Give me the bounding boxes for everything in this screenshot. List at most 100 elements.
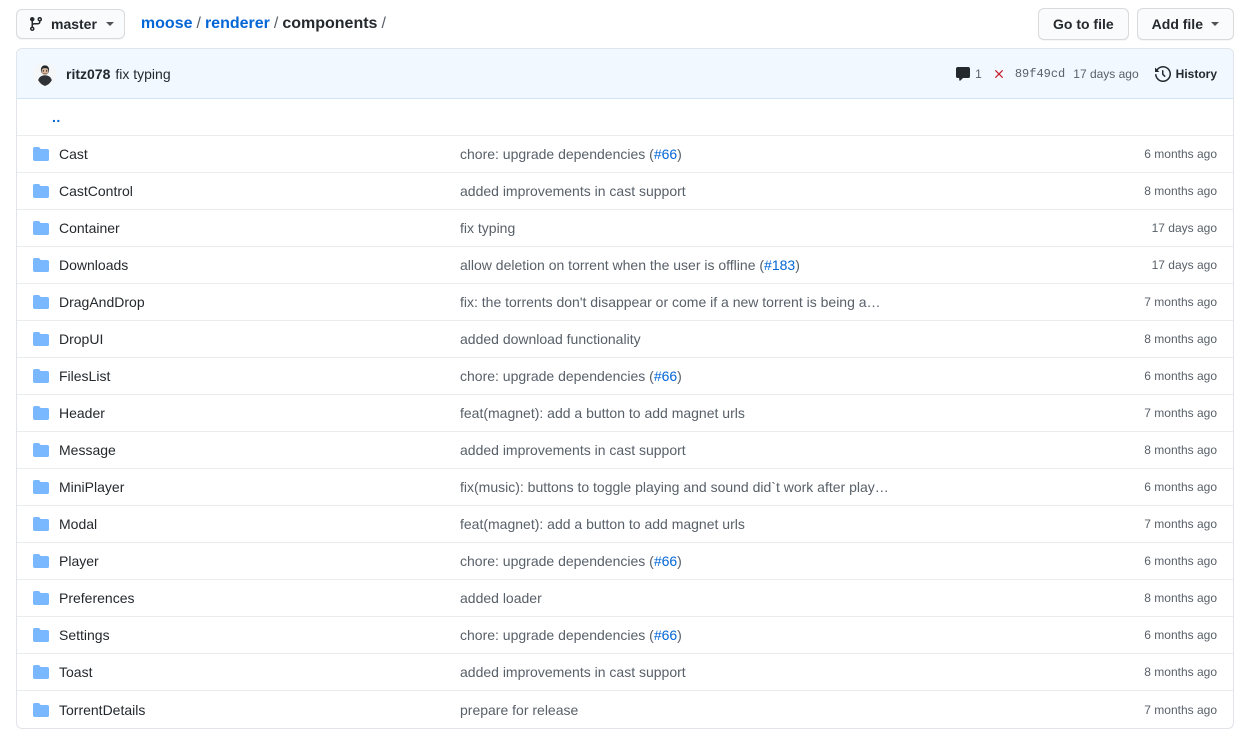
breadcrumb-current-components: components [282,14,377,34]
file-name-link[interactable]: Preferences [59,590,134,606]
history-link[interactable]: History [1155,65,1217,83]
commit-message-cell: added improvements in cast support [460,181,1144,201]
branch-selector-button[interactable]: master [16,9,125,39]
ci-status-failed-icon[interactable] [992,67,1006,81]
commit-message-text[interactable]: chore: upgrade dependencies ( [460,553,654,569]
file-name-link[interactable]: DragAndDrop [59,294,145,310]
table-row[interactable]: Container fix typing 17 days ago [17,210,1233,247]
commit-message-text[interactable]: added loader [460,590,542,606]
file-name-cell: TorrentDetails [59,700,460,720]
issue-link[interactable]: #66 [654,146,677,162]
commit-age-cell: 8 months ago [1144,181,1217,201]
latest-commit-message-link[interactable]: fix typing [115,64,170,84]
folder-icon [33,442,59,458]
commit-message-text[interactable]: chore: upgrade dependencies ( [460,627,654,643]
file-name-link[interactable]: Toast [59,664,92,680]
commit-message-text[interactable]: chore: upgrade dependencies ( [460,368,654,384]
file-name-link[interactable]: Header [59,405,105,421]
breadcrumb-separator-3: / [381,14,385,34]
table-row[interactable]: Modal feat(magnet): add a button to add … [17,506,1233,543]
go-to-file-button[interactable]: Go to file [1038,8,1129,40]
go-to-file-label: Go to file [1053,14,1114,34]
commit-message-tail: ) [795,257,800,273]
table-row[interactable]: Cast chore: upgrade dependencies (#66) 6… [17,136,1233,173]
add-file-button[interactable]: Add file [1137,8,1234,40]
file-name-link[interactable]: FilesList [59,368,110,384]
file-listing-box: ritz078 fix typing 1 89f49cd [16,48,1234,729]
commit-message-text[interactable]: fix typing [460,220,515,236]
folder-icon [33,294,59,310]
file-name-link[interactable]: Modal [59,516,97,532]
commit-age-cell: 7 months ago [1144,514,1217,534]
table-row[interactable]: Header feat(magnet): add a button to add… [17,395,1233,432]
table-row[interactable]: DragAndDrop fix: the torrents don't disa… [17,284,1233,321]
file-name-link[interactable]: MiniPlayer [59,479,124,495]
file-name-link[interactable]: CastControl [59,183,133,199]
breadcrumb: moose / renderer / components / [141,14,390,34]
file-name-link[interactable]: Downloads [59,257,128,273]
table-row[interactable]: DropUI added download functionality 8 mo… [17,321,1233,358]
folder-icon [33,627,59,643]
commit-meta: 1 89f49cd 17 days ago [955,65,1217,83]
folder-icon [33,664,59,680]
table-row[interactable]: Player chore: upgrade dependencies (#66)… [17,543,1233,580]
file-name-link[interactable]: Cast [59,146,88,162]
folder-icon [33,146,59,162]
issue-link[interactable]: #66 [654,368,677,384]
commit-message-cell: chore: upgrade dependencies (#66) [460,144,1144,164]
table-row[interactable]: TorrentDetails prepare for release 7 mon… [17,691,1233,728]
table-row[interactable]: Downloads allow deletion on torrent when… [17,247,1233,284]
commit-author-link[interactable]: ritz078 [66,64,110,84]
file-name-link[interactable]: Container [59,220,120,236]
parent-directory-link[interactable]: .. [33,107,61,127]
file-name-cell: DropUI [59,329,460,349]
git-branch-icon [28,16,44,32]
file-name-link[interactable]: Message [59,442,116,458]
folder-icon [33,516,59,532]
table-row[interactable]: Message added improvements in cast suppo… [17,432,1233,469]
commit-message-cell: added improvements in cast support [460,440,1144,460]
table-row[interactable]: Preferences added loader 8 months ago [17,580,1233,617]
commit-message-text[interactable]: feat(magnet): add a button to add magnet… [460,516,745,532]
commit-message-text[interactable]: chore: upgrade dependencies ( [460,146,654,162]
commit-message-text[interactable]: fix: the torrents don't disappear or com… [460,294,881,310]
commit-message-text[interactable]: feat(magnet): add a button to add magnet… [460,405,745,421]
breadcrumb-renderer-link[interactable]: renderer [205,14,270,34]
table-row[interactable]: CastControl added improvements in cast s… [17,173,1233,210]
file-name-link[interactable]: Player [59,553,99,569]
commit-message-cell: fix: the torrents don't disappear or com… [460,292,1144,312]
commit-message-text[interactable]: added improvements in cast support [460,664,686,680]
issue-link[interactable]: #66 [654,627,677,643]
issue-link[interactable]: #66 [654,553,677,569]
commit-message-text[interactable]: fix(music): buttons to toggle playing an… [460,479,889,495]
commit-message-text[interactable]: allow deletion on torrent when the user … [460,257,764,273]
table-row[interactable]: Settings chore: upgrade dependencies (#6… [17,617,1233,654]
commit-message-text[interactable]: prepare for release [460,702,578,718]
file-name-cell: Cast [59,144,460,164]
commit-message-cell: feat(magnet): add a button to add magnet… [460,514,1144,534]
commit-message-text[interactable]: added download functionality [460,331,641,347]
breadcrumb-repo-link[interactable]: moose [141,14,193,34]
table-row[interactable]: FilesList chore: upgrade dependencies (#… [17,358,1233,395]
commit-sha-link[interactable]: 89f49cd [1015,65,1065,83]
latest-commit-header: ritz078 fix typing 1 89f49cd [17,49,1233,99]
commit-message-cell: fix(music): buttons to toggle playing an… [460,477,1144,497]
commit-age-cell: 17 days ago [1152,218,1217,238]
file-name-cell: Message [59,440,460,460]
issue-link[interactable]: #183 [764,257,795,273]
file-name-link[interactable]: Settings [59,627,110,643]
commit-age-cell: 8 months ago [1144,440,1217,460]
commit-comment-count[interactable]: 1 [955,65,982,83]
file-name-link[interactable]: DropUI [59,331,103,347]
commit-age-cell: 7 months ago [1144,403,1217,423]
commit-message-text[interactable]: added improvements in cast support [460,442,686,458]
table-row[interactable]: Toast added improvements in cast support… [17,654,1233,691]
table-row[interactable]: MiniPlayer fix(music): buttons to toggle… [17,469,1233,506]
file-name-link[interactable]: TorrentDetails [59,702,145,718]
parent-directory-row[interactable]: .. [17,99,1233,136]
folder-icon [33,368,59,384]
commit-message-text[interactable]: added improvements in cast support [460,183,686,199]
folder-icon [33,702,59,718]
history-clock-icon [1155,66,1171,82]
commit-message-tail: ) [677,368,682,384]
